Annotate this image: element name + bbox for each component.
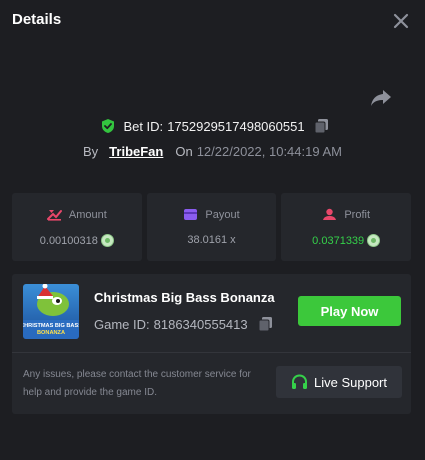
stat-amount: Amount 0.00100318 [12, 193, 142, 261]
on-label: On [175, 143, 193, 159]
live-support-label: Live Support [314, 374, 387, 390]
modal-title: Details [12, 11, 62, 28]
stat-payout-label: Payout [205, 208, 240, 221]
user-link[interactable]: TribeFan [109, 144, 163, 159]
copy-icon[interactable] [314, 118, 329, 134]
support-notice: Any issues, please contact the customer … [23, 369, 251, 398]
stat-profit-value-row: 0.0371339 [281, 234, 411, 247]
close-icon[interactable] [392, 12, 410, 30]
bet-author-row: By TribeFan On 12/22/2022, 10:44:19 AM [0, 142, 425, 160]
stat-amount-value: 0.00100318 [39, 234, 98, 247]
modal-header: Details [0, 0, 425, 42]
game-card: CHRISTMAS BIG BASS BONANZA Christmas Big… [12, 274, 411, 414]
stat-amount-label-row: Amount [12, 208, 142, 221]
stat-profit-label: Profit [344, 208, 371, 221]
amount-icon [46, 210, 62, 221]
stat-payout: Payout 38.0161 x [146, 193, 277, 261]
bet-date: 12/22/2022, 10:44:19 AM [196, 143, 342, 159]
headset-icon [292, 374, 307, 389]
by-label: By [83, 143, 99, 159]
game-id-label: Game ID: [94, 316, 150, 332]
game-id-row: Game ID: 8186340555413 [94, 316, 273, 332]
shield-icon [102, 119, 115, 133]
thumb-text-line-1: CHRISTMAS BIG BASS [23, 323, 79, 329]
copy-icon[interactable] [258, 316, 273, 332]
bet-id-value: 1752929517498060551 [167, 118, 305, 134]
game-id-value: 8186340555413 [153, 316, 248, 332]
game-name[interactable]: Christmas Big Bass Bonanza [94, 290, 275, 305]
live-support-button[interactable]: Live Support [276, 366, 402, 398]
stat-profit: Profit 0.0371339 [281, 193, 412, 261]
divider [12, 352, 411, 353]
bet-id-label: Bet ID: [123, 118, 164, 134]
coin-icon [367, 234, 381, 247]
coin-icon [100, 234, 114, 247]
stat-profit-value: 0.0371339 [312, 234, 365, 247]
stat-payout-value: 38.0161 x [187, 234, 236, 246]
game-thumbnail[interactable]: CHRISTMAS BIG BASS BONANZA [23, 284, 79, 339]
stat-payout-value-row: 38.0161 x [147, 234, 277, 246]
bet-stats: Amount 0.00100318 Payout 38.0161 x Profi… [12, 193, 412, 261]
stat-payout-label-row: Payout [147, 208, 277, 221]
payout-icon [184, 209, 198, 220]
stat-amount-label: Amount [68, 208, 107, 221]
profit-icon [323, 208, 337, 220]
thumb-text-line-2: BONANZA [37, 330, 65, 336]
stat-profit-label-row: Profit [281, 208, 411, 221]
play-now-button[interactable]: Play Now [298, 296, 401, 326]
share-icon[interactable] [370, 88, 392, 108]
stat-amount-value-row: 0.00100318 [12, 234, 142, 247]
bet-id-row: Bet ID: 1752929517498060551 [0, 116, 425, 136]
